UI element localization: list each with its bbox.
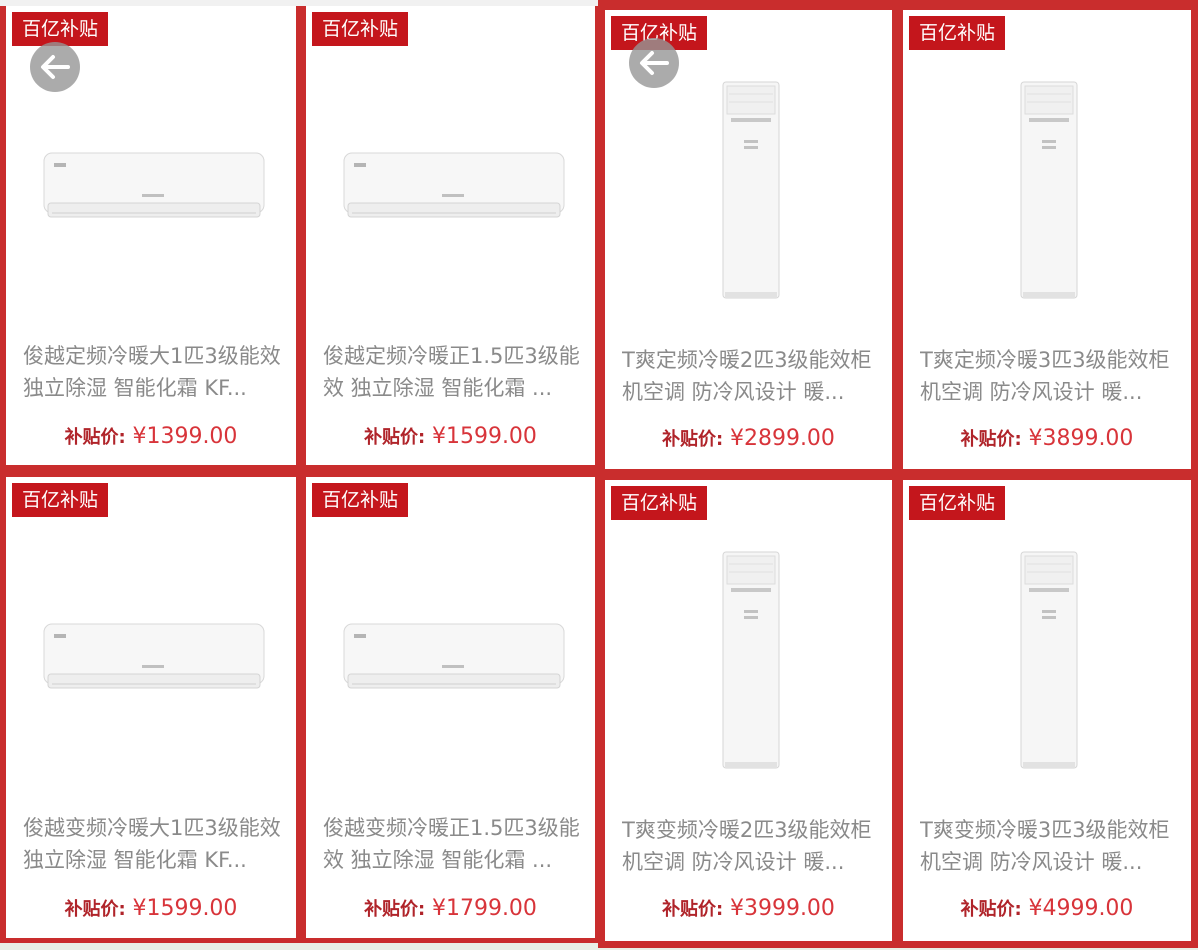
subsidy-badge: 百亿补贴 bbox=[611, 486, 708, 520]
price-label: 补贴价: bbox=[662, 899, 724, 920]
product-card[interactable]: 百亿补贴 俊越定频冷暖大1匹3级能效 独立除湿 智能化霜 KF... 补贴价: … bbox=[6, 6, 296, 465]
arrow-left-icon bbox=[640, 51, 669, 75]
product-title: T爽定频冷暖2匹3级能效柜机空调 防冷风设计 暖... bbox=[622, 348, 872, 404]
floor-ac-image bbox=[722, 81, 780, 299]
product-price: 补贴价: ¥4999.00 bbox=[903, 894, 1191, 924]
subsidy-badge: 百亿补贴 bbox=[312, 483, 409, 517]
wall-ac-image bbox=[43, 152, 265, 218]
price-value: ¥3899.00 bbox=[1028, 426, 1134, 451]
price-value: ¥1799.00 bbox=[431, 896, 537, 921]
right-product-panel: 百亿补贴 T爽定频冷暖2匹3级能效柜机空调 防冷风设计 暖... 补贴价: ¥2… bbox=[598, 0, 1198, 948]
subsidy-badge: 百亿补贴 bbox=[312, 12, 409, 46]
floor-ac-image bbox=[1020, 551, 1078, 769]
price-label: 补贴价: bbox=[364, 899, 426, 920]
product-price: 补贴价: ¥2899.00 bbox=[605, 424, 892, 454]
product-card[interactable]: 百亿补贴 T爽定频冷暖3匹3级能效柜机空调 防冷风设计 暖... 补贴价: ¥3… bbox=[903, 10, 1191, 469]
product-title: 俊越定频冷暖正1.5匹3级能效 独立除湿 智能化霜 ... bbox=[323, 344, 580, 400]
subsidy-badge: 百亿补贴 bbox=[12, 483, 109, 517]
product-title: 俊越定频冷暖大1匹3级能效 独立除湿 智能化霜 KF... bbox=[23, 344, 281, 400]
price-label: 补贴价: bbox=[64, 427, 126, 448]
price-label: 补贴价: bbox=[960, 429, 1022, 450]
price-value: ¥4999.00 bbox=[1028, 896, 1134, 921]
wall-ac-image bbox=[343, 152, 565, 218]
price-label: 补贴价: bbox=[960, 899, 1022, 920]
product-price: 补贴价: ¥3899.00 bbox=[903, 424, 1191, 454]
product-card[interactable]: 百亿补贴 俊越定频冷暖正1.5匹3级能效 独立除湿 智能化霜 ... 补贴价: … bbox=[306, 6, 595, 465]
left-product-panel: 百亿补贴 俊越定频冷暖大1匹3级能效 独立除湿 智能化霜 KF... 补贴价: … bbox=[0, 0, 598, 943]
price-label: 补贴价: bbox=[364, 427, 426, 448]
wall-ac-image bbox=[343, 623, 565, 689]
back-button[interactable] bbox=[629, 38, 679, 88]
product-card[interactable]: 百亿补贴 T爽定频冷暖2匹3级能效柜机空调 防冷风设计 暖... 补贴价: ¥2… bbox=[605, 10, 892, 469]
product-card[interactable]: 百亿补贴 俊越变频冷暖大1匹3级能效 独立除湿 智能化霜 KF... 补贴价: … bbox=[6, 477, 296, 938]
arrow-left-icon bbox=[41, 55, 70, 79]
price-label: 补贴价: bbox=[64, 899, 126, 920]
product-title: T爽变频冷暖2匹3级能效柜机空调 防冷风设计 暖... bbox=[622, 818, 872, 874]
price-value: ¥2899.00 bbox=[729, 426, 835, 451]
price-value: ¥1599.00 bbox=[431, 424, 537, 449]
product-price: 补贴价: ¥3999.00 bbox=[605, 894, 892, 924]
price-value: ¥3999.00 bbox=[729, 896, 835, 921]
product-title: 俊越变频冷暖大1匹3级能效 独立除湿 智能化霜 KF... bbox=[23, 816, 281, 872]
product-price: 补贴价: ¥1599.00 bbox=[306, 422, 595, 452]
subsidy-badge: 百亿补贴 bbox=[909, 16, 1006, 50]
floor-ac-image bbox=[1020, 81, 1078, 299]
product-title: T爽变频冷暖3匹3级能效柜机空调 防冷风设计 暖... bbox=[920, 818, 1170, 874]
product-title: 俊越变频冷暖正1.5匹3级能效 独立除湿 智能化霜 ... bbox=[323, 816, 580, 872]
product-card[interactable]: 百亿补贴 T爽变频冷暖3匹3级能效柜机空调 防冷风设计 暖... 补贴价: ¥4… bbox=[903, 480, 1191, 941]
subsidy-badge: 百亿补贴 bbox=[12, 12, 109, 46]
back-button[interactable] bbox=[30, 42, 80, 92]
price-value: ¥1399.00 bbox=[132, 424, 238, 449]
product-title: T爽定频冷暖3匹3级能效柜机空调 防冷风设计 暖... bbox=[920, 348, 1170, 404]
product-card[interactable]: 百亿补贴 俊越变频冷暖正1.5匹3级能效 独立除湿 智能化霜 ... 补贴价: … bbox=[306, 477, 595, 938]
price-value: ¥1599.00 bbox=[132, 896, 238, 921]
wall-ac-image bbox=[43, 623, 265, 689]
price-label: 补贴价: bbox=[662, 429, 724, 450]
product-price: 补贴价: ¥1399.00 bbox=[6, 422, 296, 452]
floor-ac-image bbox=[722, 551, 780, 769]
subsidy-badge: 百亿补贴 bbox=[909, 486, 1006, 520]
product-price: 补贴价: ¥1599.00 bbox=[6, 894, 296, 924]
product-price: 补贴价: ¥1799.00 bbox=[306, 894, 595, 924]
product-card[interactable]: 百亿补贴 T爽变频冷暖2匹3级能效柜机空调 防冷风设计 暖... 补贴价: ¥3… bbox=[605, 480, 892, 941]
